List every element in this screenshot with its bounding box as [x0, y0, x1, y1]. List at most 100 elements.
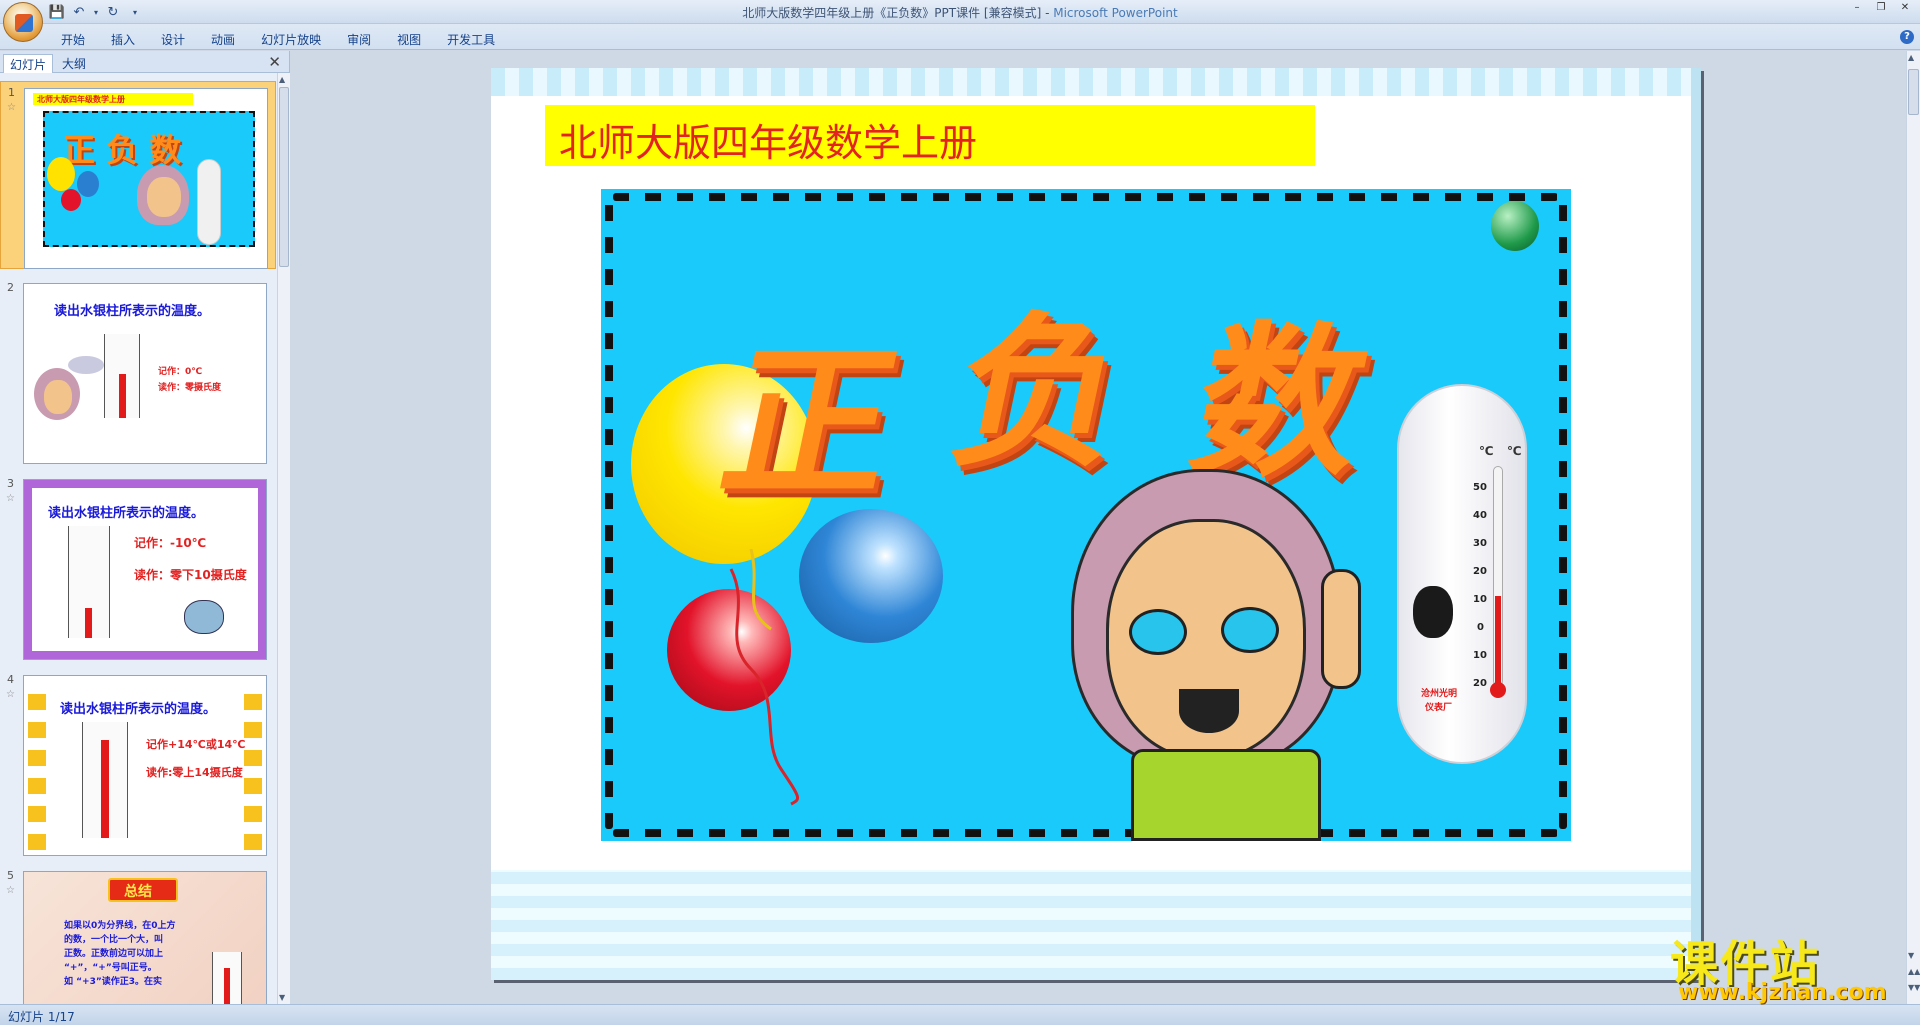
bells-right — [244, 690, 262, 850]
thumb-note-2: 读作：零下10摄氏度 — [134, 568, 247, 582]
girl-eye-left — [1129, 609, 1187, 655]
tab-insert[interactable]: 插入 — [98, 29, 148, 50]
tab-outline[interactable]: 大纲 — [56, 54, 92, 73]
scale-label: 40 — [1473, 510, 1487, 521]
scale-label: 0 — [1477, 622, 1484, 633]
close-icon[interactable]: ✕ — [1894, 2, 1916, 16]
tab-slides[interactable]: 幻灯片 — [3, 54, 54, 73]
slide-thumbnail-5[interactable]: 5 ☆ 总结 如果以0为分界线，在0上方 的数，一个比一个大，叫 正数。正数前边… — [0, 865, 276, 1004]
editor-scrollbar[interactable]: ▲ ▼ ▲▲ ▼▼ — [1906, 51, 1920, 1004]
dashed-border-left — [605, 201, 613, 829]
app-name: Microsoft PowerPoint — [1053, 6, 1178, 20]
tab-design[interactable]: 设计 — [148, 29, 198, 50]
bells-left — [28, 690, 46, 850]
balloon-strings — [729, 549, 799, 806]
slide-counter: 幻灯片 1/17 — [8, 1010, 75, 1024]
slide-editor: 北师大版四年级数学上册 正 负 数 ℃ ℃ 50 40 30 20 10 0 1… — [291, 51, 1906, 1004]
thumb-thermometer — [197, 159, 221, 245]
tab-home[interactable]: 开始 — [48, 29, 98, 50]
thermometer-unit-left: ℃ — [1479, 444, 1494, 458]
balloon-yellow — [47, 157, 75, 191]
close-icon[interactable]: ✕ — [268, 53, 281, 71]
animation-star-icon: ☆ — [6, 493, 15, 504]
animation-star-icon: ☆ — [6, 885, 15, 896]
girl-face — [44, 380, 72, 414]
slide-number: 3 — [7, 477, 14, 490]
thumb-line-4: “+”，“+”号叫正号。 — [64, 963, 157, 973]
balloon-red — [61, 189, 81, 211]
scale-label: 50 — [1473, 482, 1487, 493]
balloon-blue — [77, 171, 99, 197]
scroll-down-icon[interactable]: ▼ — [279, 993, 285, 1002]
watermark: 课件站 www.kjzhan.com — [1670, 924, 1910, 1005]
slide-thumbnail-1[interactable]: 1 ☆ 北师大版四年级数学上册 正 负 数 — [0, 81, 276, 269]
thumbnail-image: 读出水银柱所表示的温度。 记作：-10℃ 读作：零下10摄氏度 — [23, 479, 267, 660]
thumb-note-2: 读作：零摄氏度 — [158, 383, 222, 393]
panel-tabs: 幻灯片 大纲 ✕ — [0, 51, 289, 73]
thermometer-maker-2: 仪表厂 — [1425, 703, 1453, 713]
slide-number: 4 — [7, 673, 14, 686]
cloud-shape — [68, 356, 104, 374]
scroll-thumb[interactable] — [1908, 69, 1919, 115]
scroll-thumb[interactable] — [279, 87, 289, 267]
girl-hand — [1321, 569, 1361, 689]
scale-label: 30 — [1473, 538, 1487, 549]
dashed-border-top — [613, 193, 1558, 201]
window-controls: – ❐ ✕ — [1846, 2, 1916, 16]
title-bar: 💾 ↶ ▾ ↻ ▾ 北师大版数学四年级上册《正负数》PPT课件 [兼容模式] -… — [0, 0, 1920, 42]
mercury-column — [85, 608, 92, 638]
slide-picture[interactable]: 正 负 数 ℃ ℃ 50 40 30 20 10 0 10 20 沧州光明 仪表… — [601, 189, 1571, 841]
dashed-border-bottom — [613, 829, 1558, 837]
thumb-line-3: 正数。正数前边可以加上 — [64, 949, 164, 959]
watermark-url: www.kjzhan.com — [1678, 980, 1887, 1005]
tab-review[interactable]: 审阅 — [334, 29, 384, 50]
slide-thumbnail-3[interactable]: 3 ☆ 读出水银柱所表示的温度。 记作：-10℃ 读作：零下10摄氏度 — [0, 473, 276, 661]
office-button[interactable] — [3, 2, 43, 42]
balloon-green — [1491, 201, 1539, 251]
document-title: 北师大版数学四年级上册《正负数》PPT课件 [兼容模式] - — [742, 6, 1054, 20]
thumb-note-1: 记作+14℃或14℃ — [146, 738, 246, 751]
help-icon[interactable]: ? — [1900, 30, 1914, 44]
tab-slide-show[interactable]: 幻灯片放映 — [248, 29, 334, 50]
thumb-line-2: 的数，一个比一个大，叫 — [64, 935, 164, 945]
scale-label: 20 — [1473, 566, 1487, 577]
thermometer-maker: 沧州光明 — [1421, 689, 1458, 699]
tab-view[interactable]: 视图 — [384, 29, 434, 50]
slides-panel: 幻灯片 大纲 ✕ 1 ☆ 北师大版四年级数学上册 正 负 数 2 读出水银柱所表… — [0, 51, 290, 1004]
slide-number: 2 — [7, 281, 14, 294]
scroll-up-icon[interactable]: ▲ — [1908, 53, 1914, 62]
thumbnail-image: 读出水银柱所表示的温度。 记作+14℃或14℃ 读作:零上14摄氏度 — [23, 675, 267, 856]
tab-developer[interactable]: 开发工具 — [434, 29, 508, 50]
thumb-note-1: 记作：0℃ — [158, 367, 203, 377]
title-char-positive: 正 — [707, 327, 914, 519]
scroll-up-icon[interactable]: ▲ — [279, 75, 285, 84]
slide-header-box[interactable]: 北师大版四年级数学上册 — [545, 105, 1315, 166]
thumbnail-image: 总结 如果以0为分界线，在0上方 的数，一个比一个大，叫 正数。正数前边可以加上… — [23, 871, 267, 1004]
status-bar: 幻灯片 1/17 — [0, 1004, 1920, 1025]
mickey-figure — [1413, 586, 1453, 638]
girl-shirt — [1131, 749, 1321, 841]
girl-mouth — [1179, 689, 1239, 733]
minimize-icon[interactable]: – — [1846, 2, 1868, 16]
animation-star-icon: ☆ — [6, 689, 15, 700]
thermometer: ℃ ℃ 50 40 30 20 10 0 10 20 沧州光明 仪表厂 — [1397, 384, 1527, 764]
thumb-title: 读出水银柱所表示的温度。 — [54, 304, 211, 319]
slide-bottom-band — [491, 870, 1701, 980]
slide-thumbnail-4[interactable]: 4 ☆ 读出水银柱所表示的温度。 记作+14℃或14℃ 读作:零上14摄氏度 — [0, 669, 276, 857]
current-slide[interactable]: 北师大版四年级数学上册 正 负 数 ℃ ℃ 50 40 30 20 10 0 1… — [491, 68, 1701, 980]
animation-star-icon: ☆ — [7, 102, 16, 113]
dashed-border-right — [1559, 201, 1567, 829]
scale-label: 20 — [1473, 678, 1487, 689]
thumbnail-scrollbar[interactable]: ▲ ▼ — [277, 73, 290, 1004]
slide-number: 1 — [8, 86, 15, 99]
slide-thumbnails: 1 ☆ 北师大版四年级数学上册 正 负 数 2 读出水银柱所表示的温度。 记作：… — [0, 73, 276, 1004]
slide-thumbnail-2[interactable]: 2 读出水银柱所表示的温度。 记作：0℃ 读作：零摄氏度 — [0, 277, 276, 465]
thumb-note-2: 读作:零上14摄氏度 — [146, 766, 243, 779]
thumbnail-image: 读出水银柱所表示的温度。 记作：0℃ 读作：零摄氏度 — [23, 283, 267, 464]
tab-animations[interactable]: 动画 — [198, 29, 248, 50]
monkey-figure — [184, 600, 224, 634]
thumbnail-image: 北师大版四年级数学上册 正 负 数 — [24, 88, 268, 269]
restore-icon[interactable]: ❐ — [1870, 2, 1892, 16]
thumb-title: 读出水银柱所表示的温度。 — [48, 506, 205, 521]
scale-label: 10 — [1473, 594, 1487, 605]
